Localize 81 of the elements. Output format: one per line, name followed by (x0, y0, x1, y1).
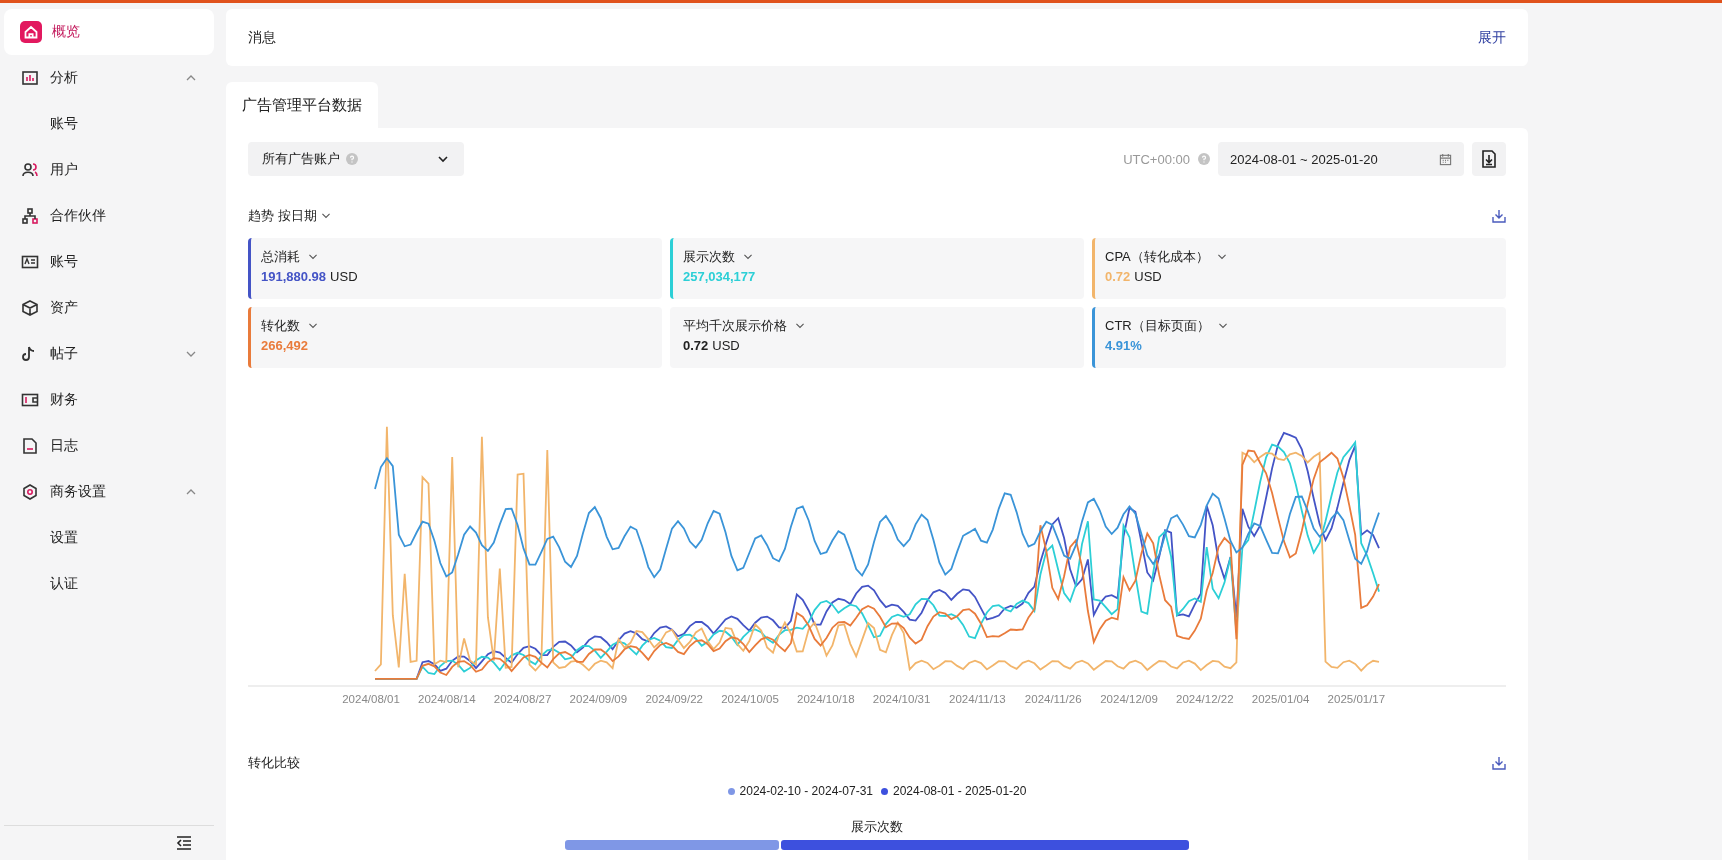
sidebar-item[interactable]: 资产 (4, 285, 214, 331)
sidebar-item[interactable]: 用户 (4, 147, 214, 193)
metric-value: 4.91% (1105, 338, 1142, 353)
metric-unit: USD (1134, 269, 1162, 284)
bar-chart-icon (20, 68, 40, 88)
metric-label: 平均千次展示价格 (683, 317, 787, 335)
metric-label: CPA（转化成本） (1105, 248, 1209, 266)
timezone-label: UTC+00:00 (1123, 151, 1190, 167)
sidebar-item[interactable]: 账号 (4, 239, 214, 285)
metric-card[interactable]: 展示次数 257,034,177 (670, 238, 1084, 299)
metric-label: 转化数 (261, 317, 300, 335)
cube-icon (20, 298, 40, 318)
download-icon[interactable] (1492, 209, 1506, 223)
chevron-icon (1217, 321, 1228, 331)
org-chart-icon (20, 206, 40, 226)
sidebar-subitem[interactable]: 设置 (4, 515, 214, 561)
sidebar-subitem[interactable]: 认证 (4, 561, 214, 607)
collapse-menu-icon[interactable] (176, 836, 192, 850)
axis-label: 2024/08/27 (493, 693, 552, 705)
metric-card[interactable]: 平均千次展示价格 0.72 USD (670, 307, 1084, 368)
metric-value: 191,880.98 (261, 269, 327, 284)
calendar-icon (1439, 152, 1452, 166)
axis-label: 2024/11/13 (949, 693, 1006, 705)
metric-label: 总消耗 (261, 248, 300, 266)
legend-label[interactable]: 2024-08-01 - 2025-01-20 (893, 784, 1027, 798)
sidebar-item[interactable]: 财务 (4, 377, 214, 423)
axis-label: 2024/12/22 (1176, 693, 1234, 705)
trend-title: 趋势 (248, 207, 274, 225)
metric-card[interactable]: CTR（目标页面） 4.91% (1092, 307, 1506, 368)
expand-link[interactable]: 展开 (1478, 28, 1506, 47)
date-range-field[interactable]: 2024-08-01 ~ 2025-01-20 (1218, 142, 1464, 176)
sidebar-item[interactable]: 合作伙伴 (4, 193, 214, 239)
help-icon (346, 153, 358, 165)
section-title: 消息 (248, 28, 276, 47)
axis-label: 2024/08/14 (418, 693, 476, 705)
metric-unit: USD (712, 338, 740, 353)
sidebar-item[interactable]: 帖子 (4, 331, 214, 377)
chevron-icon (321, 211, 331, 221)
axis-label: 2025/01/04 (1251, 693, 1310, 705)
legend-label[interactable]: 2024-02-10 - 2024-07-31 (739, 784, 873, 798)
download-icon[interactable] (1492, 756, 1506, 770)
account-select[interactable]: 所有广告账户 (248, 142, 464, 176)
tab[interactable]: 广告管理平台数据 (226, 82, 378, 128)
metric-value: 0.72 (683, 338, 709, 353)
metric-label: 展示次数 (683, 248, 735, 266)
sidebar-subitem[interactable]: 账号 (4, 101, 214, 147)
chevron-icon (1216, 252, 1227, 262)
axis-label: 2024/09/22 (645, 693, 703, 705)
metric-unit: USD (330, 269, 358, 284)
download-button[interactable] (1472, 142, 1506, 176)
chevron-icon (308, 321, 318, 331)
help-icon (1198, 153, 1210, 165)
chevron-icon (743, 252, 753, 262)
sidebar-item[interactable]: 分析 (4, 55, 214, 101)
axis-label: 2024/10/05 (721, 693, 779, 705)
metric-card[interactable]: 转化数 266,492 (248, 307, 662, 368)
chevron-icon (795, 321, 805, 331)
document-icon (20, 436, 40, 456)
metric-value: 257,034,177 (683, 269, 756, 284)
sidebar-item[interactable]: 概览 (4, 9, 214, 55)
axis-label: 2024/10/18 (797, 693, 855, 705)
grouping-dropdown[interactable]: 按日期 (278, 207, 317, 225)
axis-label: 2024/08/01 (342, 693, 400, 705)
axis-label: 2024/11/26 (1024, 693, 1082, 705)
axis-label: 2024/10/31 (872, 693, 931, 705)
metric-value: 0.72 (1105, 269, 1131, 284)
metric-card[interactable]: 总消耗 191,880.98 USD (248, 238, 662, 299)
sidebar-item[interactable]: 商务设置 (4, 469, 214, 515)
chevron-icon (308, 252, 318, 262)
section-title: 转化比较 (248, 754, 300, 772)
metric-card[interactable]: CPA（转化成本） 0.72 USD (1092, 238, 1506, 299)
axis-label: 2024/12/09 (1100, 693, 1158, 705)
hexagon-icon (20, 482, 40, 502)
sidebar-item[interactable]: 日志 (4, 423, 214, 469)
house-icon (20, 21, 42, 43)
axis-label: 2025/01/17 (1327, 693, 1386, 705)
axis-label: 2024/09/09 (569, 693, 628, 705)
chart-title: 展示次数 (851, 819, 903, 834)
metric-label: CTR（目标页面） (1105, 317, 1210, 335)
metric-value: 266,492 (261, 338, 308, 353)
download-icon (1481, 150, 1497, 168)
